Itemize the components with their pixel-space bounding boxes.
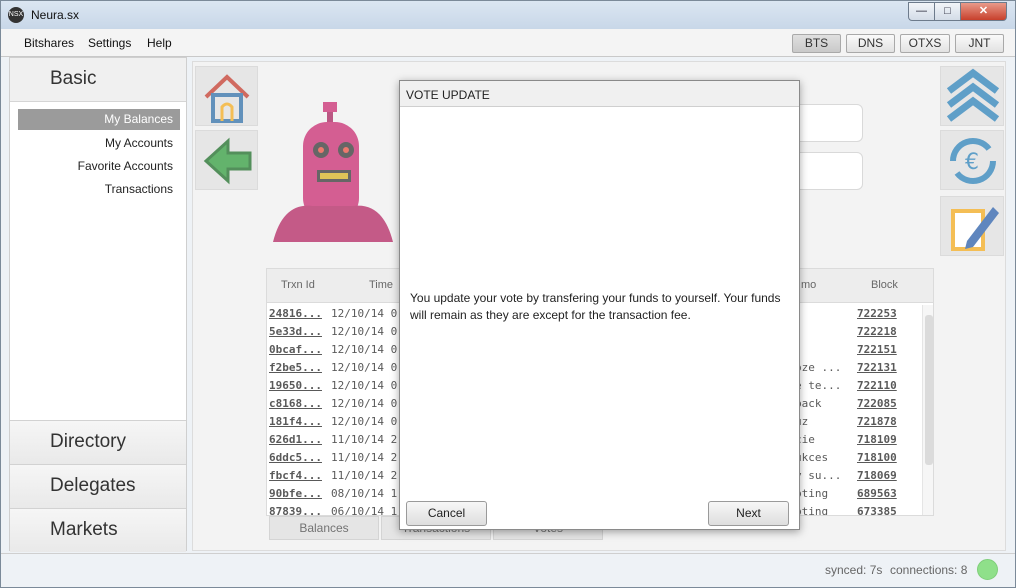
maximize-button[interactable]: □: [934, 2, 961, 21]
title-bar: NSX Neura.sx — □ ✕: [1, 1, 1015, 29]
sidebar-section-markets[interactable]: Markets: [10, 508, 186, 552]
connection-status-indicator: [977, 559, 998, 580]
sidebar: Basic My Balances My Accounts Favorite A…: [9, 57, 187, 552]
cancel-button[interactable]: Cancel: [406, 501, 487, 526]
status-bar: synced: 7s connections: 8: [1, 553, 1015, 587]
sidebar-section-label: Markets: [50, 519, 118, 540]
network-tab-otxs[interactable]: OTXS: [900, 34, 950, 53]
sidebar-section-label: Directory: [50, 431, 127, 452]
menu-bar: Bitshares Settings Help BTS DNS OTXS JNT: [1, 29, 1015, 57]
sidebar-link-favorite-accounts[interactable]: Favorite Accounts: [78, 159, 173, 173]
next-button[interactable]: Next: [708, 501, 789, 526]
app-window: NSX Neura.sx — □ ✕ Bitshares Settings He…: [0, 0, 1016, 588]
sidebar-section-label: Basic: [50, 68, 97, 89]
sidebar-section-label: Delegates: [50, 475, 136, 496]
vote-update-dialog: VOTE UPDATE You update your vote by tran…: [399, 80, 800, 530]
sidebar-link-my-balances[interactable]: My Balances: [18, 109, 180, 130]
close-button[interactable]: ✕: [960, 2, 1007, 21]
menu-help[interactable]: Help: [147, 36, 172, 50]
network-tab-dns[interactable]: DNS: [846, 34, 895, 53]
dialog-title: VOTE UPDATE: [406, 88, 490, 102]
dialog-title-bar: VOTE UPDATE: [400, 81, 799, 107]
minimize-button[interactable]: —: [908, 2, 935, 21]
network-tab-bts[interactable]: BTS: [792, 34, 841, 53]
app-logo-icon: NSX: [8, 7, 24, 23]
sidebar-section-basic[interactable]: Basic: [10, 58, 186, 102]
sidebar-link-transactions[interactable]: Transactions: [105, 182, 173, 196]
sidebar-section-directory[interactable]: Directory: [10, 420, 186, 464]
sidebar-section-delegates[interactable]: Delegates: [10, 464, 186, 508]
connection-count: connections: 8: [890, 563, 968, 577]
network-tab-jnt[interactable]: JNT: [955, 34, 1004, 53]
menu-bitshares[interactable]: Bitshares: [24, 36, 74, 50]
dialog-message: You update your vote by transfering your…: [410, 291, 781, 322]
window-title: Neura.sx: [31, 8, 80, 22]
menu-settings[interactable]: Settings: [88, 36, 131, 50]
sidebar-link-my-accounts[interactable]: My Accounts: [105, 136, 173, 150]
sync-status: synced: 7s: [825, 563, 883, 577]
